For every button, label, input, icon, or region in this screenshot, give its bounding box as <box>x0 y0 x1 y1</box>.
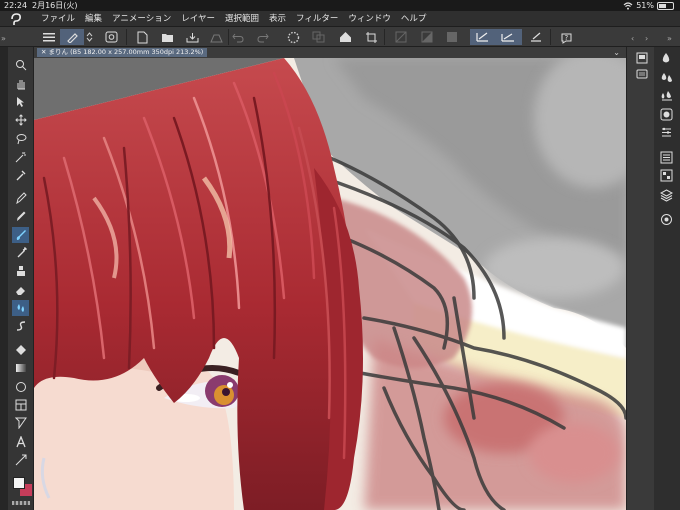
wifi-icon <box>623 1 633 10</box>
chevron-right-icon[interactable]: › <box>645 34 648 43</box>
hand-tool-icon[interactable] <box>12 76 29 92</box>
select-invert-icon[interactable] <box>418 29 436 45</box>
eraser-icon[interactable] <box>12 282 29 298</box>
battery-percent: 51% <box>636 1 654 10</box>
svg-text:?: ? <box>564 34 568 42</box>
close-tab-icon[interactable]: ✕ <box>41 48 49 56</box>
ruler-icon[interactable] <box>526 29 544 45</box>
ruler-snap-group[interactable] <box>470 29 522 45</box>
artwork[interactable] <box>34 58 626 510</box>
text-tool-icon[interactable] <box>12 434 29 450</box>
liquify-icon[interactable] <box>12 318 29 334</box>
crop-icon[interactable] <box>362 29 380 45</box>
app-logo-icon[interactable] <box>9 12 23 26</box>
help-icon[interactable]: ? <box>557 29 575 45</box>
correct-line-icon[interactable] <box>12 452 29 468</box>
fill-icon[interactable] <box>12 342 29 358</box>
menu-item[interactable]: 選択範囲 <box>220 11 264 27</box>
document-tab-label: まりん (B5 182.00 x 257.00mm 350dpi 213.2%) <box>48 48 204 56</box>
tool-property-icon[interactable] <box>660 126 673 139</box>
menu-item[interactable]: 表示 <box>264 11 291 27</box>
decoration-icon[interactable] <box>12 263 29 279</box>
left-collapse-icon[interactable]: » <box>1 34 6 43</box>
blend-tool-icon[interactable] <box>12 300 29 316</box>
loading-spinner-icon[interactable] <box>284 29 302 45</box>
menu-item[interactable]: アニメーション <box>107 11 176 27</box>
brush-icon[interactable] <box>12 227 29 243</box>
save-icon[interactable] <box>183 29 201 45</box>
chevron-updown-icon[interactable] <box>84 29 94 45</box>
open-folder-icon[interactable] <box>158 29 176 45</box>
status-bar: 22:24 2月16日(火) 51% <box>0 0 680 11</box>
menu-item[interactable]: レイヤー <box>176 11 220 27</box>
right-palette-bar: ‹ › <box>626 34 654 510</box>
eyedropper-icon[interactable] <box>12 167 29 183</box>
navigator-icon[interactable] <box>635 51 648 64</box>
move-layer-icon[interactable] <box>12 112 29 128</box>
sub-view-icon[interactable] <box>635 67 648 80</box>
hamburger-icon[interactable] <box>40 29 58 45</box>
menu-item[interactable]: 編集 <box>80 11 107 27</box>
brush-size-icon[interactable] <box>660 151 673 164</box>
balloon-icon[interactable] <box>12 415 29 431</box>
auto-select-icon[interactable] <box>12 149 29 165</box>
intermediate-color-icon[interactable] <box>660 108 673 121</box>
status-date: 2月16日(火) <box>32 1 78 10</box>
material-icon[interactable] <box>102 29 120 45</box>
menu-item[interactable]: フィルター <box>291 11 343 27</box>
color-slider-icon[interactable] <box>660 71 673 84</box>
menu-item[interactable]: ウィンドウ <box>343 11 396 27</box>
layers-icon[interactable] <box>660 189 673 202</box>
drawing-canvas[interactable] <box>34 58 626 510</box>
status-time: 22:24 <box>4 1 28 10</box>
operation-tool-icon[interactable] <box>12 94 29 110</box>
menu-item[interactable]: ファイル <box>36 11 80 27</box>
right-edge-strip: » <box>654 34 680 510</box>
lasso-icon[interactable] <box>12 131 29 147</box>
status-right: 51% <box>623 0 674 11</box>
left-edge-strip: » <box>0 34 8 510</box>
right-collapse-icon[interactable]: » <box>667 34 672 43</box>
select-clear-icon[interactable] <box>392 29 410 45</box>
export-icon[interactable] <box>207 29 225 45</box>
gradient-icon[interactable] <box>12 360 29 376</box>
material-palette-icon[interactable] <box>660 213 673 226</box>
pen-icon[interactable] <box>12 190 29 206</box>
figure-icon[interactable] <box>12 379 29 395</box>
redo-icon[interactable] <box>254 29 272 45</box>
menu-item[interactable]: ヘルプ <box>396 11 432 27</box>
zoom-tool-icon[interactable] <box>12 57 29 73</box>
document-tab-bar: ✕ まりん (B5 182.00 x 257.00mm 350dpi 213.2… <box>34 47 626 58</box>
color-wheel-icon[interactable] <box>660 52 673 65</box>
select-fill-icon[interactable] <box>443 29 461 45</box>
new-file-icon[interactable] <box>133 29 151 45</box>
frame-border-icon[interactable] <box>12 397 29 413</box>
tool-palette <box>8 47 34 510</box>
undo-icon[interactable] <box>229 29 247 45</box>
layer-property-icon[interactable] <box>660 169 673 182</box>
airbrush-icon[interactable] <box>12 245 29 261</box>
menu-items: ファイル 編集 アニメーション レイヤー 選択範囲 表示 フィルター ウィンドウ ヘルプ <box>36 11 431 27</box>
chevron-left-icon[interactable]: ‹ <box>631 34 634 43</box>
main-color-swatch[interactable] <box>13 477 25 489</box>
battery-icon <box>657 2 674 10</box>
color-set-icon[interactable] <box>660 90 673 103</box>
chevron-down-icon[interactable]: ⌄ <box>613 47 620 58</box>
menu-bar: ファイル 編集 アニメーション レイヤー 選択範囲 表示 フィルター ウィンドウ ヘルプ <box>0 11 680 27</box>
fill-bucket-icon[interactable] <box>336 29 354 45</box>
quick-access-icon[interactable] <box>60 29 84 45</box>
transparent-color-swatch[interactable] <box>12 501 30 505</box>
layer-transform-icon[interactable] <box>309 29 327 45</box>
document-tab[interactable]: ✕ まりん (B5 182.00 x 257.00mm 350dpi 213.2… <box>37 48 208 57</box>
command-bar: ? <box>0 27 680 47</box>
pencil-icon[interactable] <box>12 208 29 224</box>
